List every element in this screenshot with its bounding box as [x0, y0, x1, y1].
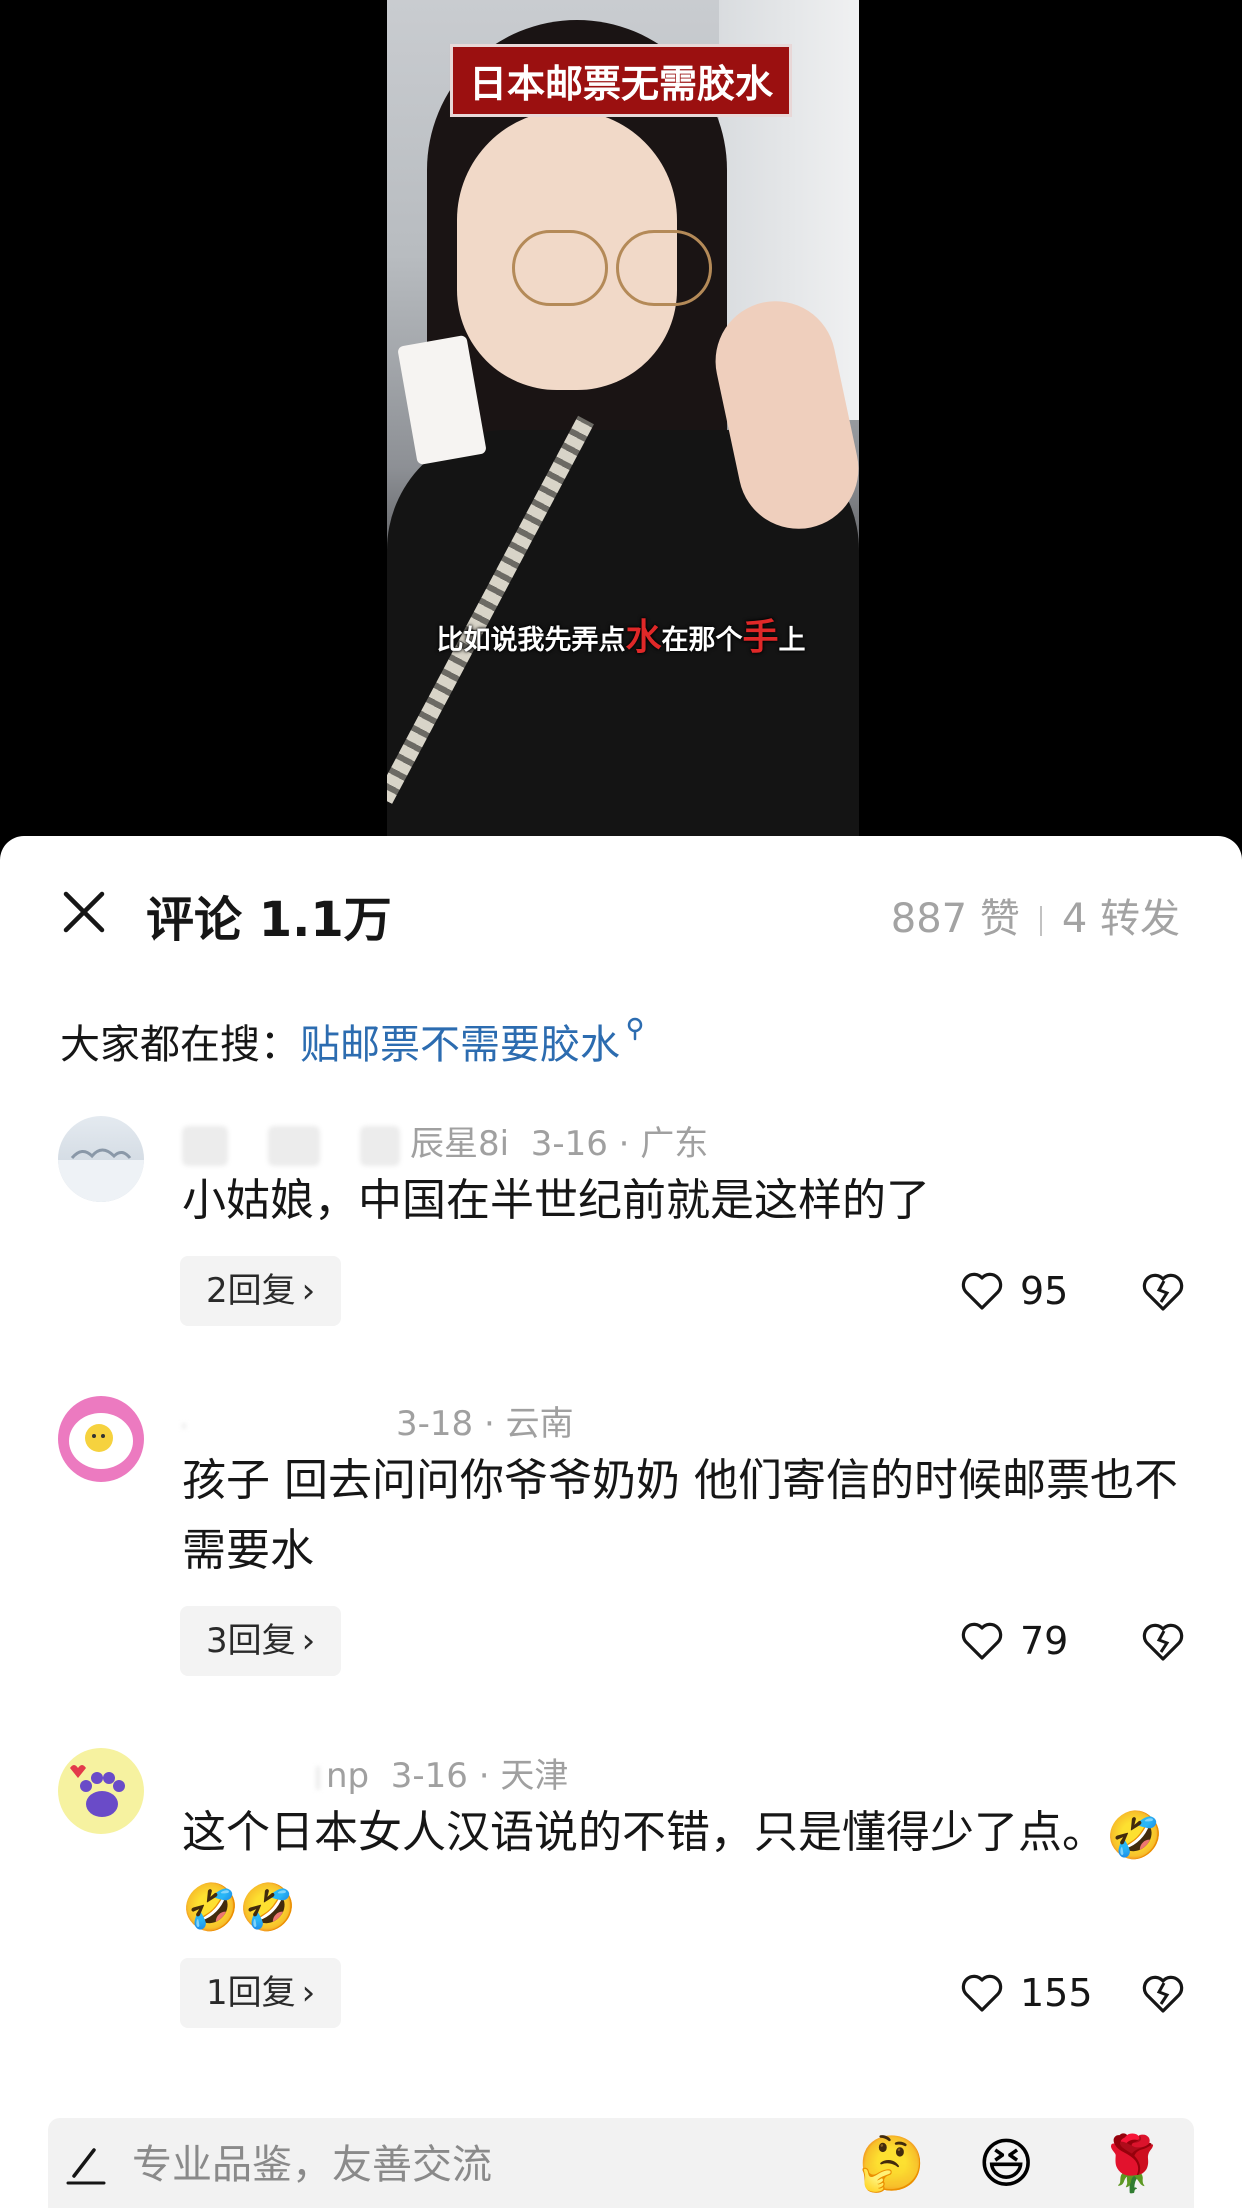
- subtitle-part: 上: [778, 625, 806, 656]
- video-frame[interactable]: [387, 0, 859, 850]
- view-replies-button[interactable]: 2回复 ›: [180, 1256, 342, 1326]
- like-count: 155: [1020, 1971, 1093, 2015]
- comments-header: 评论 1.1万 887 赞 4 转发: [0, 836, 1242, 996]
- video-area[interactable]: 日本邮票无需胶水 比如说我先弄点水在那个手上: [0, 0, 1242, 850]
- trending-search-prefix: 大家都在搜：: [60, 1022, 300, 1068]
- trending-search-link[interactable]: 贴邮票不需要胶水: [300, 1017, 650, 1068]
- broken-heart-icon[interactable]: [1138, 1266, 1188, 1316]
- subtitle-highlight: 水: [625, 617, 662, 658]
- comment-text-body: 这个日本女人汉语说的不错，只是懂得少了点。: [182, 1807, 1106, 1858]
- username-suffix[interactable]: np: [326, 1756, 369, 1796]
- view-replies-button[interactable]: 1回复 ›: [180, 1958, 342, 2028]
- subtitle-part: 在那个: [661, 625, 743, 656]
- username-suffix[interactable]: 辰星8i: [410, 1124, 509, 1164]
- likes-count: 887 赞: [890, 896, 1020, 942]
- broken-heart-icon[interactable]: [1138, 1616, 1188, 1666]
- comments-title: 评论 1.1万: [146, 892, 392, 948]
- username-redacted: [360, 1125, 400, 1166]
- heart-outline-icon: [961, 1974, 1003, 2012]
- replies-label: 3回复: [206, 1621, 296, 1661]
- post-stats: 887 赞 4 转发: [891, 886, 1180, 944]
- stats-divider: [1039, 906, 1042, 936]
- like-button[interactable]: 155: [958, 1958, 1093, 2028]
- avatar[interactable]: [58, 1116, 144, 1202]
- heart-outline-icon: [961, 1272, 1003, 1310]
- avatar[interactable]: [58, 1396, 144, 1482]
- comment-text: 孩子 回去问问你爷爷奶奶 他们寄信的时候邮票也不需要水: [182, 1455, 1178, 1576]
- comment-meta: np 3-16 · 天津: [182, 1748, 568, 1797]
- comment-meta: 辰星8i 3-16 · 广东: [182, 1116, 708, 1166]
- search-icon: [627, 1017, 643, 1041]
- heart-outline-icon: [961, 1622, 1003, 1660]
- thinking-emoji-button[interactable]: 🤔: [858, 2132, 925, 2196]
- comments-sheet: 评论 1.1万 887 赞 4 转发 大家都在搜：贴邮票不需要胶水 辰星8i 3-…: [0, 836, 1242, 2208]
- username-redacted: [316, 1765, 320, 1790]
- chevron-right-icon: ›: [301, 1271, 316, 1311]
- subtitle-part: 比如说我先弄点: [436, 625, 626, 656]
- rose-emoji-button[interactable]: 🌹: [1098, 2132, 1165, 2196]
- close-icon[interactable]: [60, 888, 108, 936]
- video-subtitle: 比如说我先弄点水在那个手上: [0, 608, 1242, 660]
- like-count: 79: [1020, 1619, 1069, 1663]
- replies-label: 2回复: [206, 1271, 296, 1311]
- username-redacted: [182, 1422, 186, 1429]
- chevron-right-icon: ›: [301, 1621, 316, 1661]
- comment-date-location: 3-16 · 广东: [530, 1124, 709, 1164]
- video-title-banner: 日本邮票无需胶水: [449, 44, 793, 117]
- avatar[interactable]: [58, 1748, 144, 1834]
- comment-input-bar: 🤔 😆 🌹: [48, 2118, 1194, 2208]
- person-face: [457, 110, 712, 390]
- shares-count: 4 转发: [1061, 896, 1180, 942]
- comment-text: 小姑娘，中国在半世纪前就是这样的了: [182, 1175, 930, 1226]
- comment-date-location: 3-16 · 天津: [390, 1756, 569, 1796]
- comment-input[interactable]: [130, 2132, 834, 2198]
- rofl-emoji: 🤣: [239, 1880, 297, 1934]
- rofl-emoji: 🤣: [182, 1880, 240, 1934]
- snow-landscape-icon: [58, 1148, 144, 1202]
- pen-icon: [66, 2148, 106, 2185]
- view-replies-button[interactable]: 3回复 ›: [180, 1606, 342, 1676]
- rofl-emoji: 🤣: [1106, 1808, 1164, 1862]
- username-redacted: [182, 1125, 228, 1166]
- trending-search: 大家都在搜：贴邮票不需要胶水: [60, 1012, 650, 1070]
- subtitle-highlight: 手: [742, 617, 779, 658]
- fried-egg-icon: [69, 1413, 133, 1469]
- like-button[interactable]: 95: [958, 1256, 1068, 1326]
- like-count: 95: [1020, 1269, 1069, 1313]
- laughing-emoji-button[interactable]: 😆: [978, 2132, 1034, 2195]
- paw-icon: [70, 1765, 125, 1817]
- trending-search-query: 贴邮票不需要胶水: [300, 1022, 620, 1068]
- username-redacted: [268, 1125, 320, 1166]
- chevron-right-icon: ›: [301, 1973, 316, 2013]
- glasses: [512, 230, 712, 306]
- replies-label: 1回复: [206, 1973, 296, 2013]
- like-button[interactable]: 79: [958, 1606, 1068, 1676]
- comment-date-location: 3-18 · 云南: [396, 1404, 574, 1444]
- broken-heart-icon[interactable]: [1138, 1968, 1188, 2018]
- comment-meta: 3-18 · 云南: [182, 1396, 574, 1445]
- comment-text: 这个日本女人汉语说的不错，只是懂得少了点。🤣🤣🤣: [182, 1798, 1192, 1942]
